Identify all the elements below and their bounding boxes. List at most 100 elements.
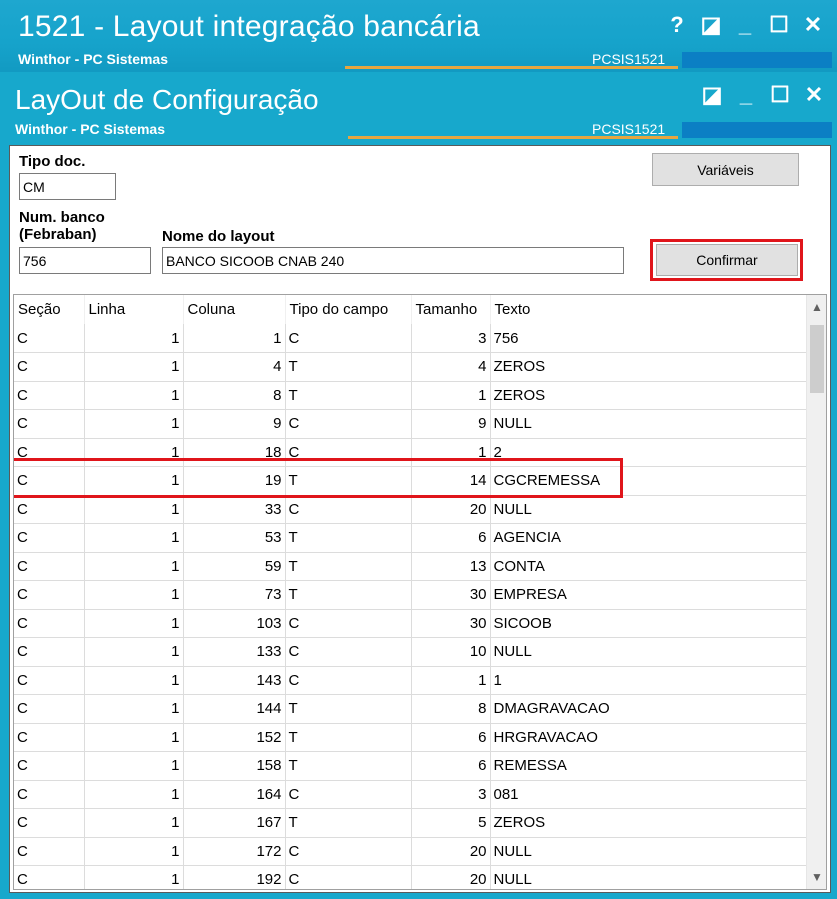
scroll-up-icon[interactable]: ▲ [807,297,826,317]
table-cell: 6 [411,751,491,781]
table-cell: 20 [411,865,491,889]
table-row[interactable]: C 1 143 C 1 1 [14,666,807,695]
tipo-doc-field[interactable]: CM [19,173,116,200]
table-cell: NULL [490,865,807,889]
column-header-linha[interactable]: Linha [84,295,184,324]
table-cell: C [14,723,85,752]
table-row[interactable]: C 1 158 T 6 REMESSA [14,751,807,781]
table-row[interactable]: C 1 133 C 10 NULL [14,637,807,667]
layout-grid[interactable]: Seção Linha Coluna Tipo do campo Tamanho… [13,294,827,890]
table-cell: REMESSA [490,751,807,781]
inner-status-bar [682,122,832,138]
maximize-icon[interactable]: ☐ [762,10,796,40]
table-cell: 3 [411,780,491,809]
inner-window-controls: ◪ _ ☐ ✕ [695,80,831,110]
maximize-icon[interactable]: ☐ [763,80,797,110]
table-cell: C [285,637,412,667]
table-cell: C [14,666,85,695]
nome-layout-label: Nome do layout [162,228,275,245]
table-cell: CONTA [490,552,807,581]
column-header-tamanho[interactable]: Tamanho [411,295,491,324]
table-cell: C [14,637,85,667]
table-cell: 5 [411,808,491,838]
table-cell: ZEROS [490,808,807,838]
table-row[interactable]: C 1 103 C 30 SICOOB [14,609,807,638]
table-cell: 1 [84,837,184,866]
close-icon[interactable]: ✕ [797,80,831,110]
table-cell: T [285,723,412,752]
table-cell: C [285,409,412,439]
table-row[interactable]: C 1 172 C 20 NULL [14,837,807,866]
table-cell: 1 [84,865,184,889]
nome-layout-field[interactable]: BANCO SICOOB CNAB 240 [162,247,624,274]
table-cell: 158 [183,751,286,781]
table-cell: ZEROS [490,381,807,410]
table-row[interactable]: C 1 33 C 20 NULL [14,495,807,524]
table-cell: C [14,837,85,866]
variaveis-button[interactable]: Variáveis [652,153,799,186]
table-cell: 164 [183,780,286,809]
table-cell: 1 [84,324,184,353]
content-panel: Tipo doc. CM Num. banco (Febraban) 756 N… [9,145,831,893]
table-cell: 756 [490,324,807,353]
table-row[interactable]: C 1 192 C 20 NULL [14,865,807,889]
table-cell: 1 [84,495,184,524]
table-row[interactable]: C 1 73 T 30 EMPRESA [14,580,807,610]
scroll-down-icon[interactable]: ▼ [807,867,826,887]
table-row[interactable]: C 1 53 T 6 AGENCIA [14,523,807,553]
inner-accent-line [348,136,678,139]
table-row[interactable]: C 1 167 T 5 ZEROS [14,808,807,838]
column-header-texto[interactable]: Texto [490,295,807,324]
table-cell: 152 [183,723,286,752]
table-cell: C [14,523,85,553]
table-cell: 9 [411,409,491,439]
table-cell: 8 [183,381,286,410]
vertical-scrollbar[interactable]: ▲ ▼ [806,295,826,889]
column-header-tipo-campo[interactable]: Tipo do campo [285,295,412,324]
table-cell: C [285,780,412,809]
num-banco-field[interactable]: 756 [19,247,151,274]
table-cell: T [285,694,412,724]
column-header-coluna[interactable]: Coluna [183,295,286,324]
table-row[interactable]: C 1 1 C 3 756 [14,324,807,353]
table-row[interactable]: C 1 9 C 9 NULL [14,409,807,439]
table-row[interactable]: C 1 59 T 13 CONTA [14,552,807,581]
table-cell: C [285,666,412,695]
table-cell: 20 [411,837,491,866]
minimize-icon[interactable]: _ [728,10,762,40]
table-cell: 1 [84,780,184,809]
table-cell: C [14,808,85,838]
table-row[interactable]: C 1 144 T 8 DMAGRAVACAO [14,694,807,724]
table-cell: 1 [84,409,184,439]
table-cell: 1 [411,666,491,695]
outer-window-code: PCSIS1521 [592,51,666,67]
table-cell: 1 [84,381,184,410]
close-icon[interactable]: ✕ [796,10,830,40]
table-row[interactable]: C 1 164 C 3 081 [14,780,807,809]
table-cell: T [285,381,412,410]
table-cell: ZEROS [490,352,807,382]
table-cell: DMAGRAVACAO [490,694,807,724]
table-row[interactable]: C 1 152 T 6 HRGRAVACAO [14,723,807,752]
table-cell: 143 [183,666,286,695]
table-cell: C [14,352,85,382]
help-icon[interactable]: ? [660,10,694,40]
table-row[interactable]: C 1 4 T 4 ZEROS [14,352,807,382]
table-cell: 1 [84,751,184,781]
column-header-secao[interactable]: Seção [14,295,85,324]
minimize-icon[interactable]: _ [729,80,763,110]
scroll-thumb[interactable] [810,325,824,393]
table-cell: NULL [490,837,807,866]
table-cell: NULL [490,409,807,439]
table-cell: C [14,865,85,889]
row-highlight [14,458,623,498]
restore-icon[interactable]: ◪ [695,80,729,110]
restore-icon[interactable]: ◪ [694,10,728,40]
table-row[interactable]: C 1 8 T 1 ZEROS [14,381,807,410]
table-cell: 1 [84,637,184,667]
table-cell: C [14,580,85,610]
table-cell: HRGRAVACAO [490,723,807,752]
table-cell: C [14,552,85,581]
table-cell: 192 [183,865,286,889]
layout-table: Seção Linha Coluna Tipo do campo Tamanho… [14,295,807,889]
